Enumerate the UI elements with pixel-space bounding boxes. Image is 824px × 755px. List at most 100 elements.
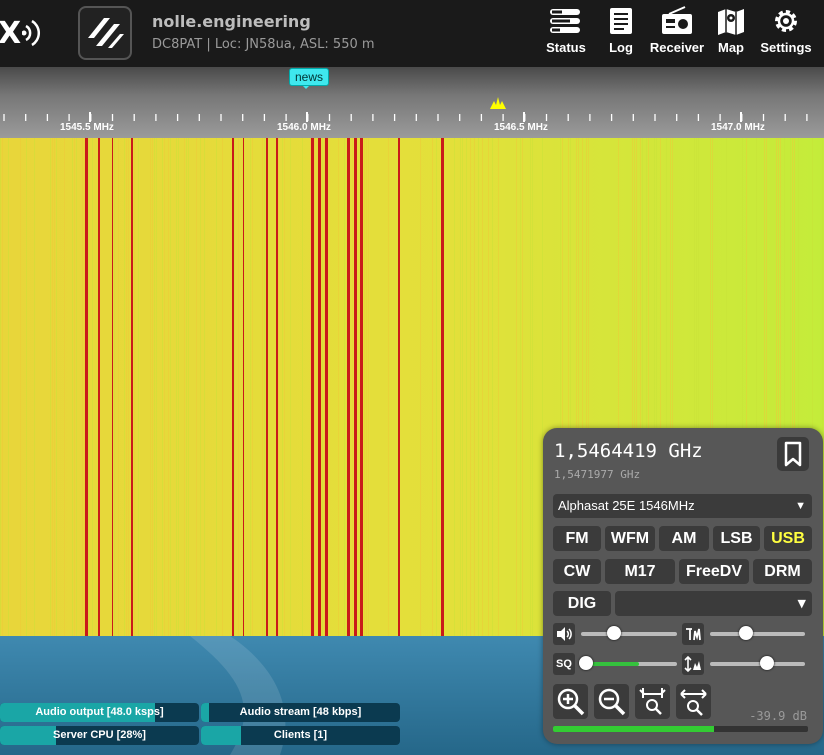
gain-button[interactable]: [682, 653, 704, 675]
nav-log[interactable]: Log: [604, 6, 638, 64]
waterfall-texture-line: [170, 138, 171, 636]
nr-button[interactable]: [682, 623, 704, 645]
waterfall-texture-line: [196, 138, 197, 636]
waterfall-texture-line: [82, 138, 83, 636]
nav-map[interactable]: Map: [714, 6, 748, 64]
openwebrx-logo[interactable]: X: [0, 12, 56, 52]
mode-m17[interactable]: M17: [605, 559, 675, 584]
waterfall-texture-line: [154, 138, 155, 636]
waterfall-texture-line: [114, 138, 115, 636]
waterfall-texture-line: [364, 138, 365, 636]
waterfall-texture-line: [302, 138, 303, 636]
bookmark-icon: [784, 441, 802, 467]
gear-icon: [775, 10, 797, 32]
mute-button[interactable]: [553, 623, 575, 645]
nav-settings[interactable]: Settings: [756, 6, 816, 64]
volume-slider[interactable]: [581, 626, 677, 640]
receiver-avatar[interactable]: [78, 6, 132, 60]
mode-cw[interactable]: CW: [553, 559, 601, 584]
nav-receiver-label: Receiver: [649, 40, 705, 55]
logo-text: X: [0, 16, 22, 51]
waterfall-texture-line: [522, 138, 523, 636]
squelch-knob[interactable]: [578, 656, 593, 670]
gain-icon: [684, 655, 701, 673]
digital-mode-select[interactable]: ▼: [615, 591, 812, 616]
waterfall-texture-line: [186, 138, 187, 636]
waterfall-texture-line: [420, 138, 421, 636]
waterfall-texture-line: [516, 138, 517, 636]
zoom-in-button[interactable]: [553, 684, 588, 719]
scale-label-1546-5: 1546.5 MHz: [494, 122, 548, 133]
log-icon: [610, 8, 632, 34]
waterfall-texture-line: [388, 138, 389, 636]
scale-label-1545-5: 1545.5 MHz: [60, 122, 114, 133]
waterfall-texture-line: [176, 138, 177, 636]
news-bookmark[interactable]: news: [289, 68, 330, 86]
mode-wfm[interactable]: WFM: [605, 526, 655, 551]
waterfall-texture-line: [262, 138, 263, 636]
volume-knob[interactable]: [606, 626, 621, 640]
waterfall-texture-line: [138, 138, 139, 636]
receiver-name: nolle.engineering: [152, 12, 311, 31]
s-meter-fill: [553, 726, 714, 732]
waterfall-texture-line: [466, 138, 467, 636]
nr-slider[interactable]: [710, 626, 805, 640]
waterfall-texture-line: [162, 138, 163, 636]
waterfall-texture-line: [492, 138, 493, 636]
waterfall-texture-line: [118, 138, 119, 636]
signal-carrier-line: [354, 138, 357, 636]
waterfall-texture-line: [474, 138, 475, 636]
mode-lsb[interactable]: LSB: [713, 526, 760, 551]
waterfall-texture-line: [532, 138, 533, 636]
zoom-to-band-button[interactable]: [635, 684, 670, 719]
mode-freedv[interactable]: FreeDV: [679, 559, 749, 584]
waterfall-texture-line: [92, 138, 93, 636]
frequency-display[interactable]: 1,5464419 GHz: [554, 440, 703, 462]
mode-dig[interactable]: DIG: [553, 591, 611, 616]
frequency-scale[interactable]: 1545.5 MHz 1546.0 MHz 1546.5 MHz 1547.0 …: [0, 67, 824, 138]
waterfall-texture-line: [150, 138, 151, 636]
mode-fm[interactable]: FM: [553, 526, 601, 551]
audio-stream-bar: Audio stream [48 kbps]: [201, 703, 400, 722]
waterfall-texture-line: [432, 138, 433, 636]
nr-knob[interactable]: [739, 626, 754, 640]
waterfall-texture-line: [26, 138, 27, 636]
waterfall-texture-line: [352, 138, 353, 636]
signal-carrier-line: [311, 138, 314, 636]
signal-carrier-line: [398, 138, 400, 636]
mode-drm[interactable]: DRM: [753, 559, 812, 584]
waterfall-texture-line: [34, 138, 35, 636]
nav-status[interactable]: Status: [543, 6, 589, 64]
receiver-panel: 1,5464419 GHz 1,5471977 GHz Alphasat 25E…: [543, 428, 823, 744]
tuning-marker-icon[interactable]: [490, 97, 506, 109]
zoom-out-button[interactable]: [594, 684, 629, 719]
clients-bar: Clients [1]: [201, 726, 400, 745]
squelch-slider[interactable]: [578, 656, 677, 670]
signal-carrier-line: [232, 138, 234, 636]
nav-receiver[interactable]: Receiver: [647, 6, 707, 64]
zoom-band-icon: [639, 688, 666, 715]
profile-select[interactable]: Alphasat 25E 1546MHz ▼: [553, 494, 812, 518]
audio-stream-label: Audio stream [48 kbps]: [239, 706, 362, 718]
zoom-in-icon: [557, 688, 585, 716]
waterfall-texture-line: [470, 138, 471, 636]
squelch-button[interactable]: SQ: [553, 653, 575, 675]
gain-slider[interactable]: [710, 656, 805, 670]
scale-label-1546-0: 1546.0 MHz: [277, 122, 331, 133]
zoom-to-signal-button[interactable]: [676, 684, 711, 719]
waterfall-texture-line: [134, 138, 135, 636]
waterfall-texture-line: [178, 138, 179, 636]
mode-usb[interactable]: USB: [764, 526, 812, 551]
map-icon: [718, 9, 744, 35]
status-icon: [550, 9, 580, 33]
bookmark-button[interactable]: [777, 437, 809, 471]
noise-reduction-icon: [686, 628, 701, 641]
waterfall-texture-line: [168, 138, 169, 636]
mode-am[interactable]: AM: [659, 526, 709, 551]
gain-knob[interactable]: [760, 656, 774, 670]
waterfall-texture-line: [264, 138, 265, 636]
waterfall-texture-line: [290, 138, 291, 636]
receiver-logo-icon: [88, 18, 124, 48]
signal-carrier-line: [243, 138, 244, 636]
waterfall-texture-line: [488, 138, 489, 636]
